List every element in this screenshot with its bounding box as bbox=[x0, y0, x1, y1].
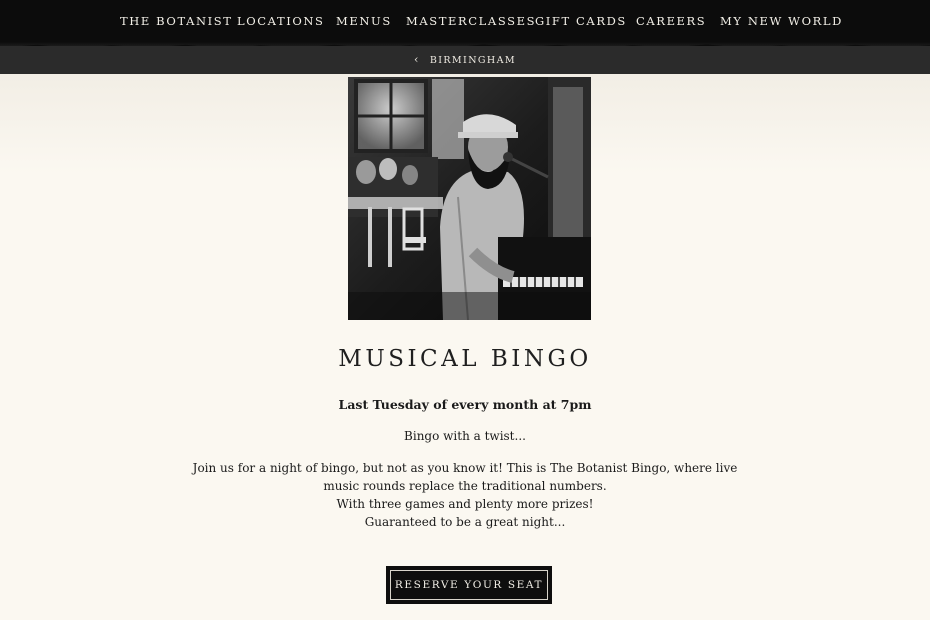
nav-link-gift-cards[interactable]: GIFT CARDS bbox=[535, 14, 627, 28]
reserve-your-seat-button[interactable]: RESERVE YOUR SEAT bbox=[386, 566, 552, 604]
event-title: MUSICAL BINGO bbox=[338, 346, 592, 372]
nav-link-locations[interactable]: LOCATIONS bbox=[237, 14, 325, 28]
reserve-button-label: RESERVE YOUR SEAT bbox=[390, 570, 548, 600]
chevron-left-icon: ‹ bbox=[414, 53, 420, 66]
main-nav: THE BOTANIST LOCATIONS MENUS MASTERCLASS… bbox=[0, 0, 930, 42]
event-tagline: Bingo with a twist... bbox=[404, 429, 526, 443]
nav-link-careers[interactable]: CAREERS bbox=[636, 14, 706, 28]
event-photo bbox=[348, 77, 591, 320]
event-schedule: Last Tuesday of every month at 7pm bbox=[338, 397, 592, 412]
top-navigation: THE BOTANIST LOCATIONS MENUS MASTERCLASS… bbox=[0, 0, 930, 46]
nav-link-masterclasses[interactable]: MASTERCLASSES bbox=[406, 14, 536, 28]
event-description: Join us for a night of bingo, but not as… bbox=[190, 459, 740, 531]
nav-link-menus[interactable]: MENUS bbox=[336, 14, 392, 28]
location-subbar: ‹ BIRMINGHAM bbox=[0, 46, 930, 74]
description-paragraph: Join us for a night of bingo, but not as… bbox=[192, 461, 738, 493]
description-paragraph: Guaranteed to be a great night... bbox=[364, 515, 566, 529]
breadcrumb-back-link[interactable]: ‹ BIRMINGHAM bbox=[0, 53, 930, 66]
nav-link-my-new-world[interactable]: MY NEW WORLD bbox=[720, 14, 843, 28]
breadcrumb-label: BIRMINGHAM bbox=[429, 55, 516, 66]
description-paragraph: With three games and plenty more prizes! bbox=[336, 497, 594, 511]
musician-at-piano-image bbox=[348, 77, 591, 320]
nav-link-the-botanist[interactable]: THE BOTANIST bbox=[120, 14, 233, 28]
